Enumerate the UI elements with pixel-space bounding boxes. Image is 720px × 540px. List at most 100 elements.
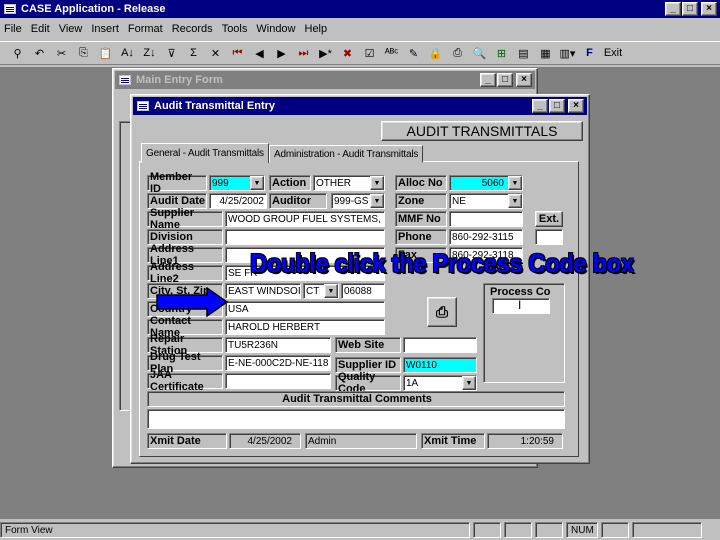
main-form-title: Main Entry Form xyxy=(136,74,223,86)
chart-icon[interactable]: ⊞ xyxy=(492,44,511,62)
tab-general[interactable]: General - Audit Transmittals xyxy=(141,143,269,163)
alloc-no-field[interactable]: 5060 ▼ xyxy=(449,175,523,191)
first-record-icon[interactable]: ⏮ xyxy=(228,44,247,62)
delete-record-icon[interactable]: ✖ xyxy=(338,44,357,62)
menu-file[interactable]: File xyxy=(4,23,22,35)
minimize-button[interactable]: _ xyxy=(532,99,548,113)
cut-icon[interactable]: ✂ xyxy=(52,44,71,62)
ext-field[interactable] xyxy=(535,229,563,245)
zip-field[interactable]: 06088 xyxy=(341,283,385,299)
division-field[interactable] xyxy=(225,229,385,245)
form-icon xyxy=(137,101,149,111)
audit-transmittal-window: Audit Transmittal Entry _ □ × AUDIT TRAN… xyxy=(130,94,590,464)
maximize-button[interactable]: □ xyxy=(682,2,698,16)
phone-field[interactable]: 860-292-3115 xyxy=(449,229,523,245)
chevron-down-icon[interactable]: ▼ xyxy=(370,176,384,190)
datasheet-icon[interactable]: ▦ xyxy=(536,44,555,62)
sort-ascending-icon[interactable]: A↓ xyxy=(118,44,137,62)
maximize-button[interactable]: □ xyxy=(497,73,513,87)
exit-button[interactable]: Exit xyxy=(602,44,624,62)
last-record-icon[interactable]: ⏭ xyxy=(294,44,313,62)
status-num: NUM xyxy=(566,522,598,538)
toolbar: ⚲ ↶ ✂ ⎘ 📋 A↓ Z↓ ⊽ Σ ✕ ⏮ ◀ ▶ ⏭ ▶* ✖ ☑ ᴬᴮᶜ… xyxy=(0,41,720,65)
menu-insert[interactable]: Insert xyxy=(91,23,119,35)
status-cell xyxy=(601,522,629,538)
chevron-down-icon[interactable]: ▼ xyxy=(250,176,264,190)
contact-name-field[interactable]: HAROLD HERBERT xyxy=(225,319,385,335)
close-button[interactable]: × xyxy=(701,2,717,16)
supplier-id-field[interactable]: W0110 xyxy=(403,357,477,373)
filter-icon[interactable]: ⊽ xyxy=(162,44,181,62)
status-cell xyxy=(632,522,702,538)
comments-label: Audit Transmittal Comments xyxy=(147,391,565,407)
supplier-name-field[interactable]: WOOD GROUP FUEL SYSTEMS, I xyxy=(225,211,385,227)
menu-edit[interactable]: Edit xyxy=(31,23,50,35)
chevron-down-icon[interactable]: ▼ xyxy=(370,194,384,208)
xmit-date-field: 4/25/2002 xyxy=(229,433,301,449)
state-field[interactable]: CT ▼ xyxy=(303,283,339,299)
menu-records[interactable]: Records xyxy=(172,23,213,35)
member-id-field[interactable]: 999 ▼ xyxy=(209,175,265,191)
chevron-down-icon[interactable]: ▼ xyxy=(462,376,476,390)
binoculars-icon[interactable]: ⚲ xyxy=(8,44,27,62)
undo-icon[interactable]: ↶ xyxy=(30,44,49,62)
zone-field[interactable]: NE ▼ xyxy=(449,193,523,209)
phone-label: Phone xyxy=(395,229,447,245)
city-field[interactable]: EAST WINDSOI xyxy=(225,283,301,299)
action-field[interactable]: OTHER ▼ xyxy=(313,175,385,191)
menu-tools[interactable]: Tools xyxy=(222,23,248,35)
auditor-field[interactable]: 999-GS ▼ xyxy=(331,193,385,209)
ext-button[interactable]: Ext. xyxy=(535,211,563,227)
menu-help[interactable]: Help xyxy=(305,23,328,35)
status-view: Form View xyxy=(0,522,470,538)
remove-filter-icon[interactable]: ✕ xyxy=(206,44,225,62)
main-form-title-bar: Main Entry Form _ □ × xyxy=(115,71,535,89)
preview-icon[interactable]: 🔍 xyxy=(470,44,489,62)
menu-format[interactable]: Format xyxy=(128,23,163,35)
bold-font-icon[interactable]: F xyxy=(580,44,599,62)
country-field[interactable]: USA xyxy=(225,301,385,317)
print-button[interactable]: ⎙ xyxy=(427,297,457,327)
web-site-field[interactable] xyxy=(403,337,477,353)
close-button[interactable]: × xyxy=(516,73,532,87)
menu-view[interactable]: View xyxy=(59,23,83,35)
chevron-down-icon[interactable]: ▼ xyxy=(508,194,522,208)
tab-administration[interactable]: Administration - Audit Transmittals xyxy=(269,145,424,163)
new-record-icon[interactable]: ▶* xyxy=(316,44,335,62)
table-icon[interactable]: ▥▾ xyxy=(558,44,577,62)
repair-station-field[interactable]: TU5R236N xyxy=(225,337,331,353)
status-cell xyxy=(473,522,501,538)
comments-field[interactable] xyxy=(147,409,565,429)
status-bar: Form View NUM xyxy=(0,520,720,540)
copy-icon[interactable]: ⎘ xyxy=(74,44,93,62)
jaa-certificate-field[interactable] xyxy=(225,373,331,389)
drug-test-plan-field[interactable]: E-NE-000C2D-NE-118 xyxy=(225,355,331,371)
arrow-right-icon xyxy=(156,287,229,317)
print-icon[interactable]: ⎙ xyxy=(448,44,467,62)
next-record-icon[interactable]: ▶ xyxy=(272,44,291,62)
quality-code-field[interactable]: 1A ▼ xyxy=(403,375,477,391)
close-button[interactable]: × xyxy=(568,99,584,113)
minimize-button[interactable]: _ xyxy=(665,2,681,16)
chevron-down-icon[interactable]: ▼ xyxy=(508,176,522,190)
minimize-button[interactable]: _ xyxy=(480,73,496,87)
audit-title-bar: Audit Transmittal Entry _ □ × xyxy=(133,97,587,115)
mmf-no-field[interactable] xyxy=(449,211,523,227)
form-view-icon[interactable]: ▤ xyxy=(514,44,533,62)
sort-descending-icon[interactable]: Z↓ xyxy=(140,44,159,62)
paste-icon[interactable]: 📋 xyxy=(96,44,115,62)
lock-icon[interactable]: 🔒 xyxy=(426,44,445,62)
checklist-icon[interactable]: ☑ xyxy=(360,44,379,62)
supplier-name-label: Supplier Name xyxy=(147,207,223,231)
spelling-icon[interactable]: ᴬᴮᶜ xyxy=(382,44,401,62)
chevron-down-icon[interactable]: ▼ xyxy=(324,284,338,298)
member-id-label: Member ID xyxy=(147,171,207,195)
instruction-overlay: Double click the Process Code box xyxy=(250,248,634,278)
maximize-button[interactable]: □ xyxy=(549,99,565,113)
tools-icon[interactable]: ✎ xyxy=(404,44,423,62)
prev-record-icon[interactable]: ◀ xyxy=(250,44,269,62)
text-cursor-icon: I xyxy=(518,298,522,312)
printer-icon: ⎙ xyxy=(435,303,448,321)
menu-window[interactable]: Window xyxy=(256,23,295,35)
sum-icon[interactable]: Σ xyxy=(184,44,203,62)
